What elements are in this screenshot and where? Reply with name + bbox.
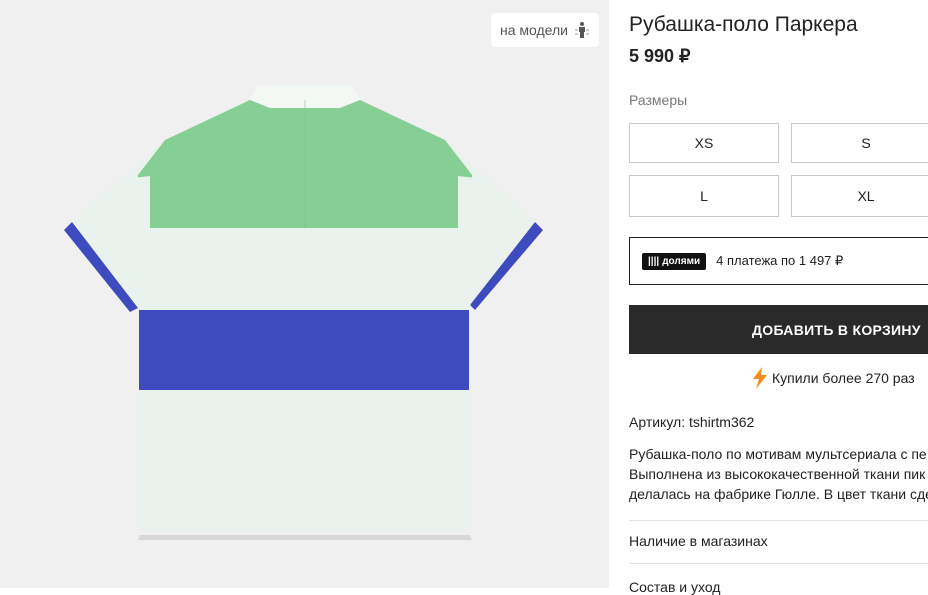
size-option-s[interactable]: S <box>791 123 928 163</box>
accordion-store-availability[interactable]: Наличие в магазинах <box>629 533 768 549</box>
person-icon <box>575 22 589 38</box>
size-option-xs[interactable]: XS <box>629 123 779 163</box>
size-option-l[interactable]: L <box>629 175 779 217</box>
dolyami-installment[interactable]: |||| долями 4 платежа по 1 497 ₽ <box>629 237 928 285</box>
sizes-label: Размеры <box>629 92 688 108</box>
product-gallery: на модели <box>0 0 609 588</box>
divider <box>629 520 928 521</box>
product-title: Рубашка-поло Паркера <box>629 13 858 36</box>
bought-text: Купили более 270 раз <box>772 370 915 386</box>
lightning-icon <box>753 367 767 389</box>
dolyami-bars-icon: |||| <box>648 255 660 267</box>
product-image[interactable] <box>0 0 609 588</box>
add-to-cart-button[interactable]: ДОБАВИТЬ В КОРЗИНУ <box>629 305 928 354</box>
dolyami-text: 4 платежа по 1 497 ₽ <box>716 253 844 268</box>
description-line: Выполнена из высококачественной ткани пи… <box>629 466 926 482</box>
dolyami-logo-text: долями <box>662 255 701 267</box>
description-line: делалась на фабрике Гюлле. В цвет ткани … <box>629 486 928 502</box>
divider <box>629 563 928 564</box>
on-model-button[interactable]: на модели <box>491 13 599 47</box>
accordion-composition-care[interactable]: Состав и уход <box>629 579 720 595</box>
dolyami-logo: |||| долями <box>642 252 707 270</box>
product-price: 5 990 ₽ <box>629 46 691 66</box>
description-line: Рубашка-поло по мотивам мультсериала с п… <box>629 446 927 462</box>
article-number: Артикул: tshirtm362 <box>629 414 755 430</box>
bought-count: Купили более 270 раз <box>751 367 915 389</box>
on-model-label: на модели <box>500 22 568 38</box>
size-option-xl[interactable]: XL <box>791 175 928 217</box>
product-description: Рубашка-поло по мотивам мультсериала с п… <box>629 444 928 504</box>
